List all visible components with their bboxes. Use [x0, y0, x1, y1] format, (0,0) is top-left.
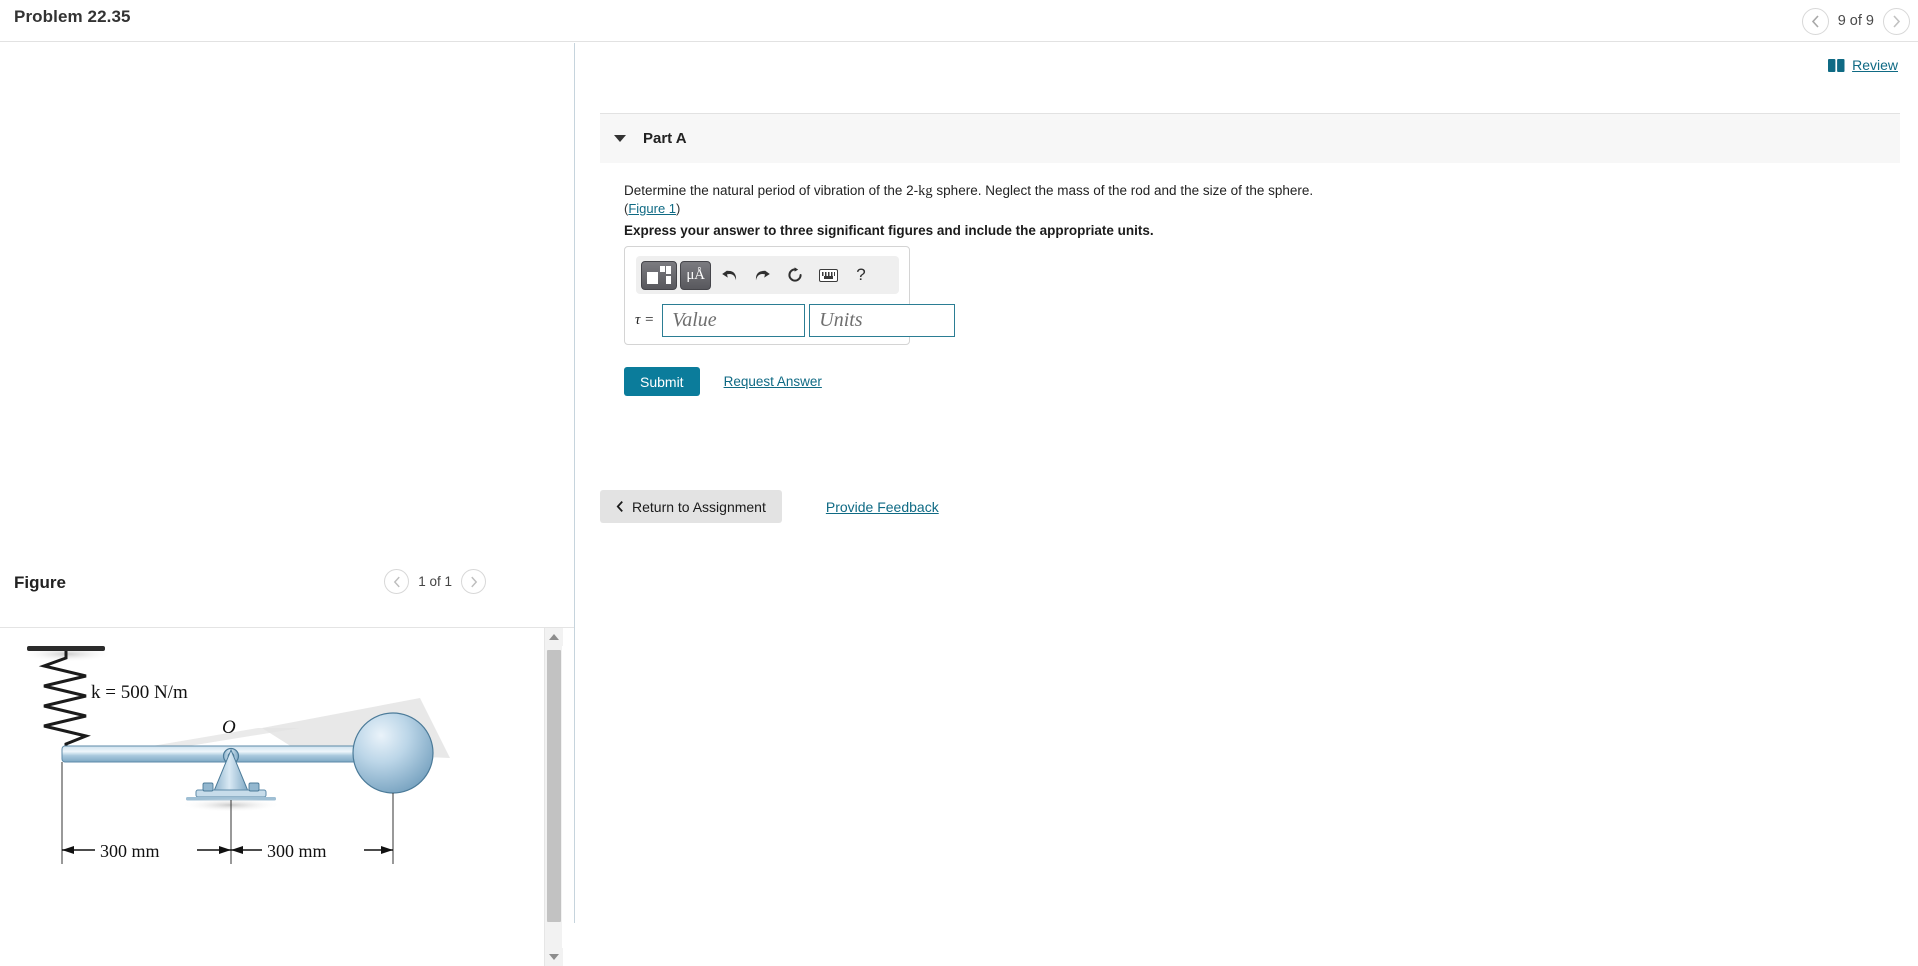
footer-row: Return to Assignment Provide Feedback	[600, 490, 939, 523]
prompt-unit-kg: kg	[918, 183, 933, 199]
provide-feedback-link[interactable]: Provide Feedback	[826, 499, 939, 515]
chevron-left-icon	[393, 576, 400, 587]
figure-reference: (Figure 1)	[624, 201, 680, 216]
spring	[38, 651, 91, 754]
math-toolbar: μÅ ?	[636, 256, 899, 294]
keyboard-glyph	[818, 268, 838, 282]
redo-icon[interactable]	[747, 260, 777, 290]
figure-pager-label: 1 of 1	[418, 574, 452, 589]
figure-scrollbar[interactable]	[544, 628, 563, 966]
caret-down-icon[interactable]	[614, 135, 626, 142]
mechanics-diagram: O k = 500 N/m 300 mm 300 mm	[21, 646, 450, 864]
problem-prompt: Determine the natural period of vibratio…	[624, 181, 1744, 202]
units-micro-angstrom-icon[interactable]: μÅ	[680, 260, 711, 290]
keyboard-icon[interactable]	[813, 260, 843, 290]
prev-figure-button[interactable]	[384, 569, 410, 594]
rod	[61, 745, 373, 763]
redo-arrow-glyph	[755, 269, 770, 280]
units-button-label: μÅ	[686, 266, 705, 283]
figure-ref-close-paren: )	[676, 201, 681, 216]
sphere	[352, 712, 434, 794]
template-icon[interactable]	[641, 260, 677, 290]
part-a-label: Part A	[643, 130, 687, 147]
answer-widget: μÅ ? τ = Value Units	[624, 246, 956, 345]
problem-pager-label: 9 of 9	[1837, 13, 1874, 29]
spring-stiffness-label: k = 500 N/m	[91, 682, 188, 703]
chevron-left-icon	[1811, 14, 1819, 28]
scroll-down-arrow-icon[interactable]	[545, 948, 563, 966]
request-answer-link[interactable]: Request Answer	[724, 374, 822, 389]
undo-icon[interactable]	[714, 260, 744, 290]
submit-row: Submit Request Answer	[624, 367, 822, 396]
pivot-label: O	[222, 717, 236, 738]
next-problem-button[interactable]	[1883, 7, 1910, 35]
review-row: Review	[1828, 57, 1898, 73]
next-figure-button[interactable]	[461, 569, 486, 594]
reset-circular-arrow-glyph	[788, 267, 802, 282]
figure-panel: Figure 1 of 1 O k = 500 N/m 300 mm 300 m…	[0, 43, 575, 966]
prev-problem-button[interactable]	[1801, 7, 1829, 35]
top-bar: Problem 22.35 9 of 9	[0, 0, 1918, 42]
prompt-lead: Determine the natural period of vibratio…	[624, 183, 919, 198]
review-link[interactable]: Review	[1852, 57, 1898, 73]
dimension-right-label: 300 mm	[267, 841, 327, 861]
answer-variable-label: τ =	[635, 312, 655, 328]
figure-panel-header: Figure 1 of 1	[0, 563, 574, 619]
prompt-tail: sphere. Neglect the mass of the rod and …	[932, 183, 1314, 198]
problem-pager: 9 of 9	[1801, 4, 1910, 38]
reset-icon[interactable]	[780, 260, 810, 290]
help-question-mark: ?	[856, 265, 866, 284]
book-icon	[1828, 58, 1845, 72]
answer-value-input[interactable]	[662, 304, 806, 337]
help-icon[interactable]: ?	[846, 260, 876, 290]
figure-1-link[interactable]: Figure 1	[628, 201, 676, 216]
dim-arrow-right-start	[231, 846, 243, 854]
figure-panel-title: Figure	[14, 573, 66, 592]
chevron-right-icon	[470, 576, 477, 587]
chevron-left-icon	[616, 501, 623, 512]
figure-viewport: O k = 500 N/m 300 mm 300 mm	[0, 628, 574, 966]
problem-content: Review Part A Determine the natural peri…	[576, 43, 1918, 923]
scrollbar-thumb[interactable]	[547, 650, 561, 922]
chevron-right-icon	[1893, 14, 1901, 28]
bolt-right	[248, 782, 260, 792]
dim-arrow-right-end	[381, 846, 393, 854]
submit-button[interactable]: Submit	[624, 367, 700, 396]
answer-units-input[interactable]	[809, 304, 956, 337]
part-a-header[interactable]: Part A	[600, 113, 1900, 163]
ceiling-support	[27, 646, 105, 651]
dimension-left-label: 300 mm	[100, 841, 160, 861]
answer-instruction: Express your answer to three significant…	[624, 223, 1154, 238]
answer-entry-row: τ =	[635, 304, 956, 337]
dim-arrow-left-start	[62, 846, 74, 854]
figure-pager: 1 of 1	[384, 569, 486, 594]
undo-arrow-glyph	[721, 269, 736, 280]
bolt-left	[202, 782, 214, 792]
page-title: Problem 22.35	[14, 7, 131, 26]
scroll-up-arrow-icon[interactable]	[545, 628, 563, 646]
dim-arrow-left-end	[219, 846, 231, 854]
return-to-assignment-label: Return to Assignment	[632, 498, 766, 515]
return-to-assignment-button[interactable]: Return to Assignment	[600, 490, 782, 523]
